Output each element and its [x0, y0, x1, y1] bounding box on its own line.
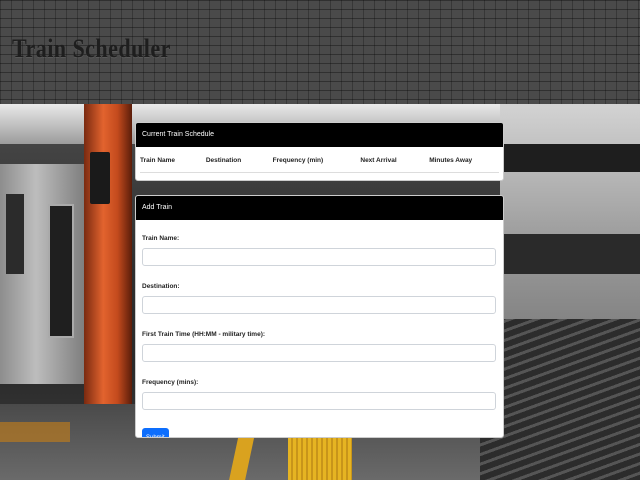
- column-destination: Destination: [205, 157, 242, 164]
- frequency-input[interactable]: [142, 392, 496, 410]
- right-train-lower-windows: [500, 234, 640, 274]
- first-train-time-label: First Train Time (HH:MM - military time)…: [142, 331, 266, 338]
- train-name-input[interactable]: [142, 248, 496, 266]
- column-next-arrival: Next Arrival: [360, 157, 397, 164]
- schedule-table-header: Train Name Destination Frequency (min) N…: [136, 147, 503, 164]
- column-train-name: Train Name: [140, 157, 176, 164]
- schedule-card-header: Current Train Schedule: [136, 123, 503, 147]
- accessibility-sign-icon: [90, 152, 110, 204]
- rail-track: [480, 319, 640, 480]
- schedule-card: Current Train Schedule Train Name Destin…: [135, 122, 504, 181]
- add-train-card-header: Add Train: [136, 196, 503, 220]
- destination-input[interactable]: [142, 296, 496, 314]
- frequency-label: Frequency (mins):: [142, 379, 199, 386]
- first-train-time-input[interactable]: [142, 344, 496, 362]
- platform-light: [0, 422, 70, 442]
- train-name-label: Train Name:: [142, 235, 180, 242]
- destination-label: Destination:: [142, 283, 180, 290]
- left-train-door: [48, 204, 74, 338]
- site-header: Train Scheduler: [0, 0, 640, 105]
- left-train-window: [6, 194, 24, 274]
- tactile-strip: [288, 434, 352, 480]
- orange-pillar: [84, 104, 132, 404]
- right-train: [500, 104, 640, 354]
- add-train-form: Train Name: Destination: First Train Tim…: [136, 220, 503, 437]
- left-train: [0, 164, 90, 384]
- column-frequency: Frequency (min): [272, 157, 324, 164]
- column-minutes-away: Minutes Away: [429, 157, 473, 164]
- submit-button[interactable]: Submit: [142, 428, 169, 437]
- add-train-card: Add Train Train Name: Destination: First…: [135, 195, 504, 438]
- table-divider: [140, 172, 499, 173]
- right-train-windows: [500, 144, 640, 172]
- page-title: Train Scheduler: [12, 34, 171, 63]
